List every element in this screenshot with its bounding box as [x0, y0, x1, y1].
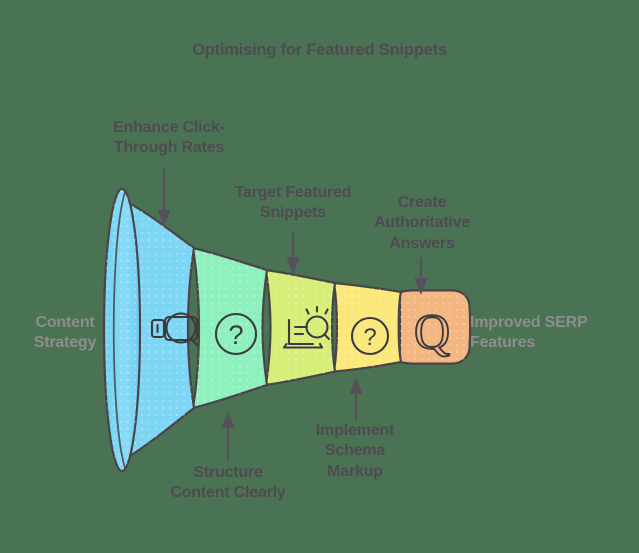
funnel-input-label: Content Strategy: [33, 314, 97, 352]
arrow-create-answers: [414, 256, 428, 295]
svg-text:?: ?: [228, 320, 243, 350]
stage-label-schema-markup: Implement Schema Markup: [315, 422, 395, 480]
svg-text:Q: Q: [414, 303, 450, 359]
letter-q-icon: Q: [413, 302, 451, 360]
stage-label-create-answers: Create Authoritative Answers: [373, 194, 471, 252]
funnel-output-label: Improved SERP Features: [470, 314, 588, 352]
svg-text:?: ?: [363, 324, 376, 351]
funnel-diagram: Optimising for Featured Snippets ? ? Q E…: [0, 0, 639, 553]
arrow-enhance-ctr: [157, 166, 171, 227]
arrow-schema-markup: [349, 377, 363, 421]
arrow-target-snippets: [286, 230, 300, 276]
arrow-structure-content: [221, 411, 235, 462]
stage-label-enhance-ctr: Enhance Click- Through Rates: [113, 119, 225, 157]
